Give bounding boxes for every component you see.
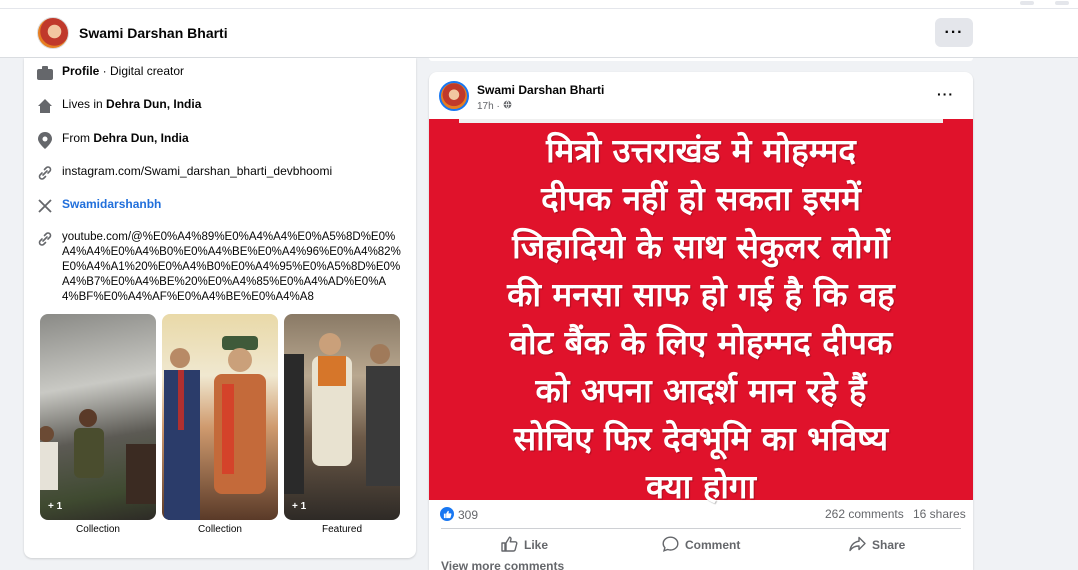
photo-label: Collection <box>76 524 120 535</box>
image-text-line: को अपना आदर्श मान रहे हैं <box>535 371 867 410</box>
share-button[interactable]: Share <box>849 531 905 559</box>
x-handle-link[interactable]: Swamidarshanbh <box>62 197 161 211</box>
photo-label: Featured <box>321 524 363 535</box>
from-prefix: From <box>62 131 94 145</box>
from-city[interactable]: Dehra Dun, India <box>93 131 188 145</box>
photo-collection-2[interactable] <box>162 314 278 520</box>
thumbs-up-icon <box>501 536 518 555</box>
image-text-line: मित्रो उत्तराखंड मे मोहम्मद <box>546 131 856 170</box>
post-card: Swami Darshan Bharti 17h · ··· मित्रो उत… <box>429 72 973 570</box>
people-garland-image <box>284 333 400 494</box>
more-photos-badge: + 1 <box>48 501 63 512</box>
previous-card-edge <box>429 58 973 61</box>
profile-type: · Digital creator <box>99 64 185 78</box>
like-reaction-icon[interactable] <box>440 507 454 521</box>
photo-featured[interactable]: + 1 <box>284 314 400 520</box>
intro-youtube-row: youtube.com/@%E0%A4%89%E0%A4%A4%E0%A5%8D… <box>36 230 402 305</box>
shares-count[interactable]: 16 shares <box>913 507 966 521</box>
intro-x-row: Swamidarshanbh <box>36 197 161 215</box>
image-text-line: की मनसा साफ हो गई है कि वह <box>507 275 895 314</box>
post-image[interactable]: मित्रो उत्तराखंड मे मोहम्मद दीपक नहीं हो… <box>429 119 973 506</box>
like-label: Like <box>524 538 549 552</box>
view-more-comments-link[interactable]: View more comments <box>441 559 564 570</box>
post-stats-bar: 309 262 comments 16 shares <box>429 500 973 528</box>
image-text-line: दीपक नहीं हो सकता इसमें <box>541 179 861 218</box>
lives-prefix: Lives in <box>62 97 107 111</box>
lives-city[interactable]: Dehra Dun, India <box>106 97 201 111</box>
post-time-text: 17h · <box>477 100 500 112</box>
link-icon <box>36 230 54 248</box>
photo-collection-1[interactable]: + 1 <box>40 314 156 520</box>
top-strip-indicator <box>1055 1 1069 5</box>
browser-top-strip <box>0 0 1078 9</box>
image-text-line: वोट बैंक के लिए मोहम्मद दीपक <box>509 323 893 362</box>
comment-label: Comment <box>685 538 741 552</box>
post-author-avatar[interactable] <box>439 81 469 111</box>
intro-card: Profile · Digital creator Lives in Dehra… <box>24 58 416 558</box>
top-strip-indicator <box>1020 1 1034 5</box>
profile-label: Profile <box>62 64 100 78</box>
intro-instagram-row: instagram.com/Swami_darshan_bharti_devbh… <box>36 164 332 182</box>
link-icon <box>36 164 54 182</box>
like-button[interactable]: Like <box>501 531 548 559</box>
comment-bubble-icon <box>662 535 679 555</box>
more-photos-badge: + 1 <box>292 501 307 512</box>
actions-divider <box>441 528 961 529</box>
people-greeting-image <box>164 336 266 520</box>
post-image-text: मित्रो उत्तराखंड मे मोहम्मद दीपक नहीं हो… <box>429 123 973 511</box>
reaction-count[interactable]: 309 <box>458 508 478 522</box>
image-text-line: जिहादियो के साथ सेकुलर लोगों <box>512 227 890 266</box>
location-pin-icon <box>36 131 54 149</box>
share-label: Share <box>872 538 906 552</box>
youtube-link[interactable]: youtube.com/@%E0%A4%89%E0%A4%A4%E0%A5%8D… <box>62 230 402 305</box>
post-more-button[interactable]: ··· <box>937 86 954 102</box>
instagram-link[interactable]: instagram.com/Swami_darshan_bharti_devbh… <box>62 164 332 178</box>
intro-from-row: From Dehra Dun, India <box>36 131 189 149</box>
x-logo-icon <box>36 197 54 215</box>
profile-icon <box>36 64 54 82</box>
image-text-line: सोचिए फिर देवभूमि का भविष्य <box>513 419 889 458</box>
intro-profile-row: Profile · Digital creator <box>36 64 184 82</box>
people-seated-image <box>40 409 156 504</box>
post-timestamp[interactable]: 17h · <box>477 100 512 112</box>
share-arrow-icon <box>849 536 866 555</box>
header-profile-name[interactable]: Swami Darshan Bharti <box>79 25 228 41</box>
header-avatar[interactable] <box>37 17 69 49</box>
post-author-name[interactable]: Swami Darshan Bharti <box>477 83 604 97</box>
globe-icon <box>503 100 512 112</box>
comments-count[interactable]: 262 comments <box>825 507 904 521</box>
comment-button[interactable]: Comment <box>662 531 740 559</box>
home-icon <box>36 97 54 115</box>
header-more-button[interactable]: ··· <box>935 18 973 47</box>
intro-lives-row: Lives in Dehra Dun, India <box>36 97 201 115</box>
photo-label: Collection <box>198 524 242 535</box>
